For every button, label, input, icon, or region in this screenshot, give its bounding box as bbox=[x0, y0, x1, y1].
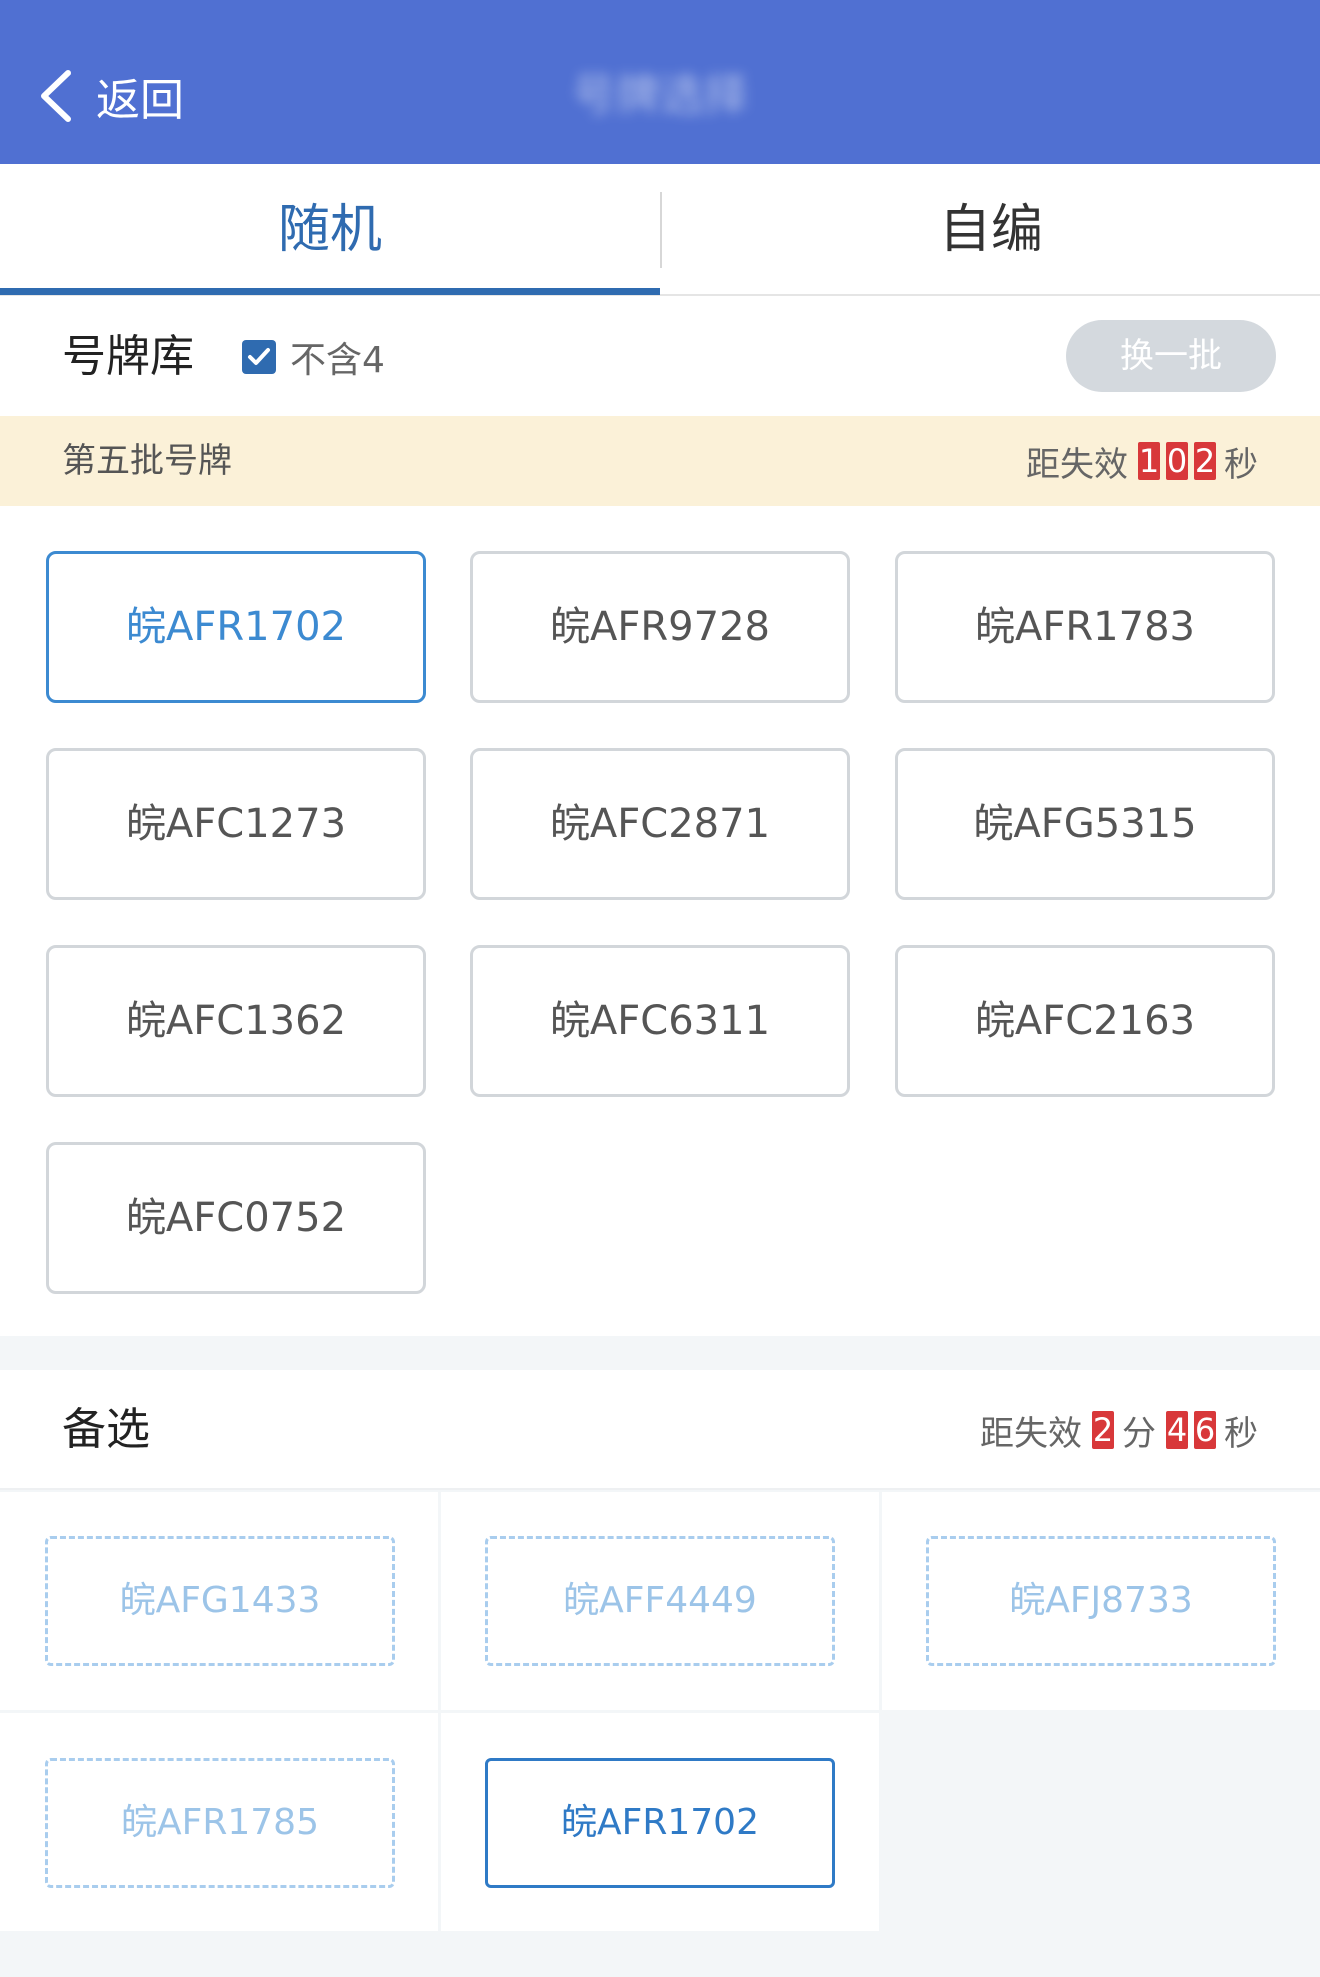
alternates-countdown: 距失效 2 分 4 6 秒 bbox=[980, 1370, 1258, 1490]
minutes-unit: 分 bbox=[1122, 1413, 1156, 1454]
alternates-header: 备选 距失效 2 分 4 6 秒 bbox=[0, 1370, 1320, 1490]
active-tab-indicator bbox=[0, 288, 660, 295]
plate-option[interactable]: 皖AFC1273 bbox=[46, 748, 426, 900]
alternate-plate[interactable]: 皖AFJ8733 bbox=[926, 1536, 1276, 1666]
alternate-plate-selected[interactable]: 皖AFR1702 bbox=[485, 1758, 835, 1888]
alternate-plate[interactable]: 皖AFF4449 bbox=[485, 1536, 835, 1666]
exclude-four-label: 不含4 bbox=[290, 340, 385, 381]
plate-option[interactable]: 皖AFR1702 bbox=[46, 551, 426, 703]
alternate-cell: 皖AFF4449 bbox=[441, 1492, 879, 1710]
nav-bar: 返回 号牌选择 bbox=[0, 0, 1320, 164]
seconds-unit: 秒 bbox=[1224, 1413, 1258, 1454]
plate-option[interactable]: 皖AFR1783 bbox=[895, 551, 1275, 703]
batch-notice: 第五批号牌 距失效 1 0 2 秒 bbox=[0, 416, 1320, 506]
plate-option[interactable]: 皖AFC6311 bbox=[470, 945, 850, 1097]
plate-option[interactable]: 皖AFG5315 bbox=[895, 748, 1275, 900]
plate-option[interactable]: 皖AFC2871 bbox=[470, 748, 850, 900]
alternate-cell: 皖AFJ8733 bbox=[882, 1492, 1320, 1710]
countdown-digit: 2 bbox=[1194, 442, 1216, 480]
batch-countdown: 距失效 1 0 2 秒 bbox=[1026, 416, 1258, 506]
checkbox-checked-icon[interactable] bbox=[242, 340, 276, 374]
alternate-cell: 皖AFG1433 bbox=[0, 1492, 438, 1710]
plate-option[interactable]: 皖AFC0752 bbox=[46, 1142, 426, 1294]
plate-option[interactable]: 皖AFC2163 bbox=[895, 945, 1275, 1097]
plate-option[interactable]: 皖AFR9728 bbox=[470, 551, 850, 703]
alternates-title: 备选 bbox=[62, 1404, 150, 1455]
plate-library-bar: 号牌库 不含4 换一批 bbox=[0, 296, 1320, 416]
plate-option[interactable]: 皖AFC1362 bbox=[46, 945, 426, 1097]
alternate-cell: 皖AFR1785 bbox=[0, 1713, 438, 1931]
tab-random[interactable]: 随机 bbox=[0, 164, 660, 296]
refresh-batch-button[interactable]: 换一批 bbox=[1066, 320, 1276, 392]
exclude-four-toggle[interactable]: 不含4 bbox=[242, 334, 385, 381]
batch-label: 第五批号牌 bbox=[62, 441, 232, 481]
alternate-plate[interactable]: 皖AFR1785 bbox=[45, 1758, 395, 1888]
countdown-digit: 4 bbox=[1166, 1411, 1188, 1449]
alternate-plate[interactable]: 皖AFG1433 bbox=[45, 1536, 395, 1666]
alternate-cell: 皖AFR1702 bbox=[441, 1713, 879, 1931]
countdown-digit: 6 bbox=[1194, 1411, 1216, 1449]
countdown-digit: 2 bbox=[1092, 1411, 1114, 1449]
tab-custom[interactable]: 自编 bbox=[661, 164, 1320, 296]
countdown-digit: 0 bbox=[1166, 442, 1188, 480]
countdown-digit: 1 bbox=[1138, 442, 1160, 480]
expire-prefix: 距失效 bbox=[1026, 444, 1128, 485]
seconds-unit: 秒 bbox=[1224, 444, 1258, 485]
plate-grid: 皖AFR1702 皖AFR9728 皖AFR1783 皖AFC1273 皖AFC… bbox=[0, 506, 1320, 1336]
page-title: 号牌选择 bbox=[572, 70, 748, 121]
expire-prefix: 距失效 bbox=[980, 1413, 1082, 1454]
library-title: 号牌库 bbox=[62, 331, 194, 382]
tab-bar: 随机 自编 bbox=[0, 164, 1320, 296]
